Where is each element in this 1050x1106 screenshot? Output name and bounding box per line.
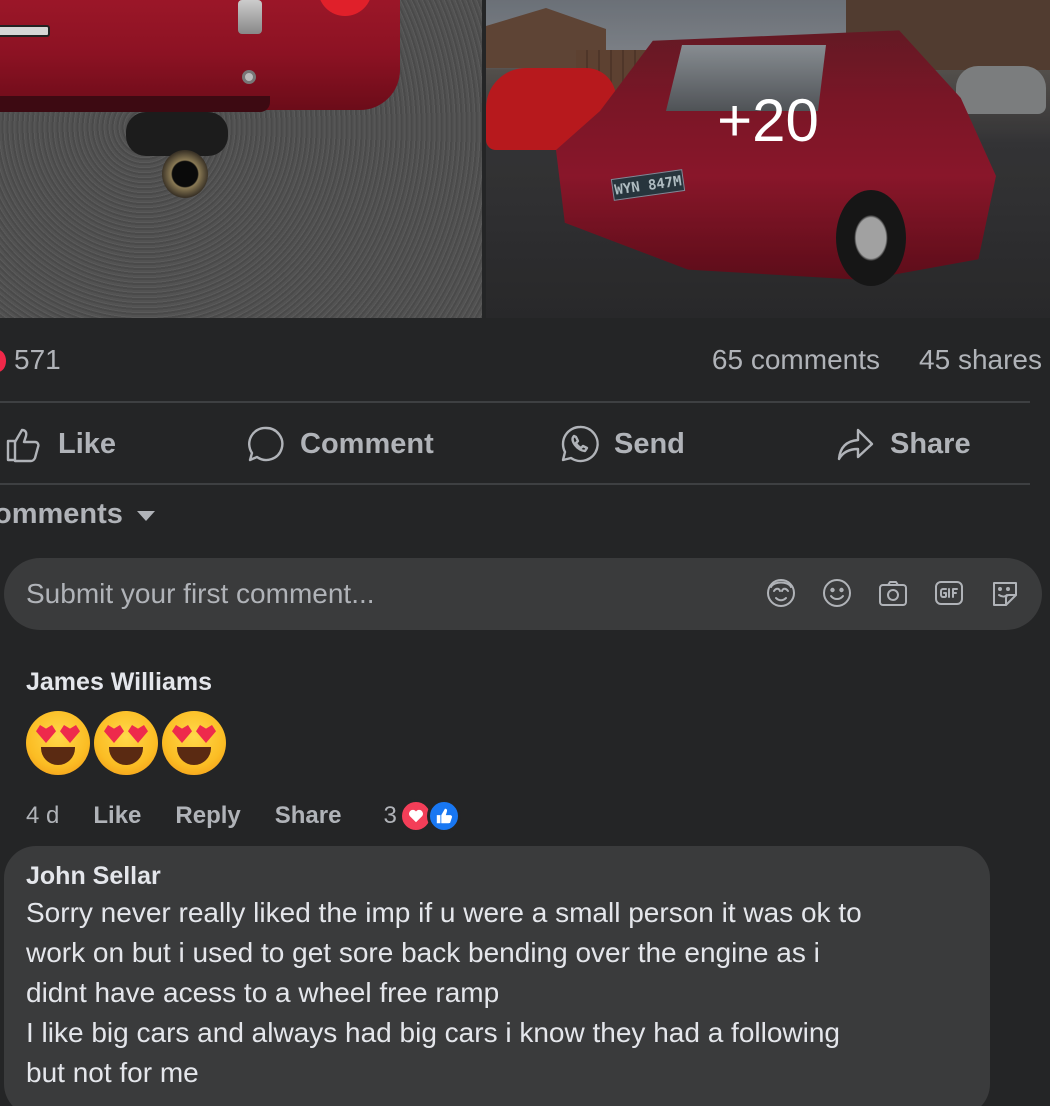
share-button[interactable]: Share [836, 404, 971, 484]
love-reaction-icon [0, 350, 6, 372]
caret-down-icon [136, 511, 155, 521]
divider [0, 483, 1030, 485]
heart-eyes-emoji-icon [162, 711, 226, 775]
heart-eyes-emoji-icon [26, 711, 90, 775]
comment-share-button[interactable]: Share [275, 802, 342, 830]
divider [0, 401, 1030, 403]
comment-text: Sorry never really liked the imp if u we… [26, 897, 862, 1088]
camera-icon[interactable] [876, 576, 910, 610]
comment-author[interactable]: James Williams [26, 668, 1026, 697]
reaction-count[interactable]: 571 [14, 344, 61, 376]
send-button[interactable]: Send [560, 404, 685, 484]
post-stats: 571 65 comments 45 shares [0, 338, 1050, 382]
like-button[interactable]: Like [4, 404, 116, 484]
gif-icon[interactable] [932, 576, 966, 610]
comment-reaction-count: 3 [383, 802, 397, 829]
comment-bubble-icon [248, 426, 284, 462]
avatar-sticker-icon[interactable] [764, 576, 798, 610]
comment-body [26, 711, 1026, 775]
heart-eyes-emoji-icon [94, 711, 158, 775]
comment-button[interactable]: Comment [246, 404, 434, 484]
comment-meta: 4 d Like Reply Share 3 [26, 799, 461, 833]
comment-author[interactable]: John Sellar [26, 862, 968, 891]
whatsapp-icon [561, 425, 599, 463]
comment-sort-dropdown[interactable]: omments [0, 494, 155, 534]
post-action-bar: Like Comment Send Share [0, 404, 1050, 484]
comment-composer [4, 558, 1042, 630]
comment: James Williams [26, 668, 1026, 775]
post-photo-1[interactable] [0, 0, 482, 318]
share-count[interactable]: 45 shares [919, 344, 1042, 376]
comment-reply-button[interactable]: Reply [175, 802, 240, 830]
emoji-icon[interactable] [820, 576, 854, 610]
thumbs-up-icon [6, 428, 40, 463]
comment: John Sellar Sorry never really liked the… [4, 846, 990, 1106]
post-photo-2[interactable]: WYN 847M +20 [486, 0, 1050, 318]
comment-reactions[interactable]: 3 [383, 799, 461, 833]
more-photos-count[interactable]: +20 [486, 86, 1050, 155]
thumbs-up-icon [426, 799, 461, 833]
share-arrow-icon [837, 428, 874, 461]
sticker-icon[interactable] [988, 576, 1022, 610]
comment-input[interactable] [26, 558, 726, 630]
comment-timestamp[interactable]: 4 d [26, 802, 59, 830]
comment-count[interactable]: 65 comments [712, 344, 880, 376]
comment-like-button[interactable]: Like [93, 802, 141, 830]
post-photo-grid: WYN 847M +20 [0, 0, 1050, 318]
